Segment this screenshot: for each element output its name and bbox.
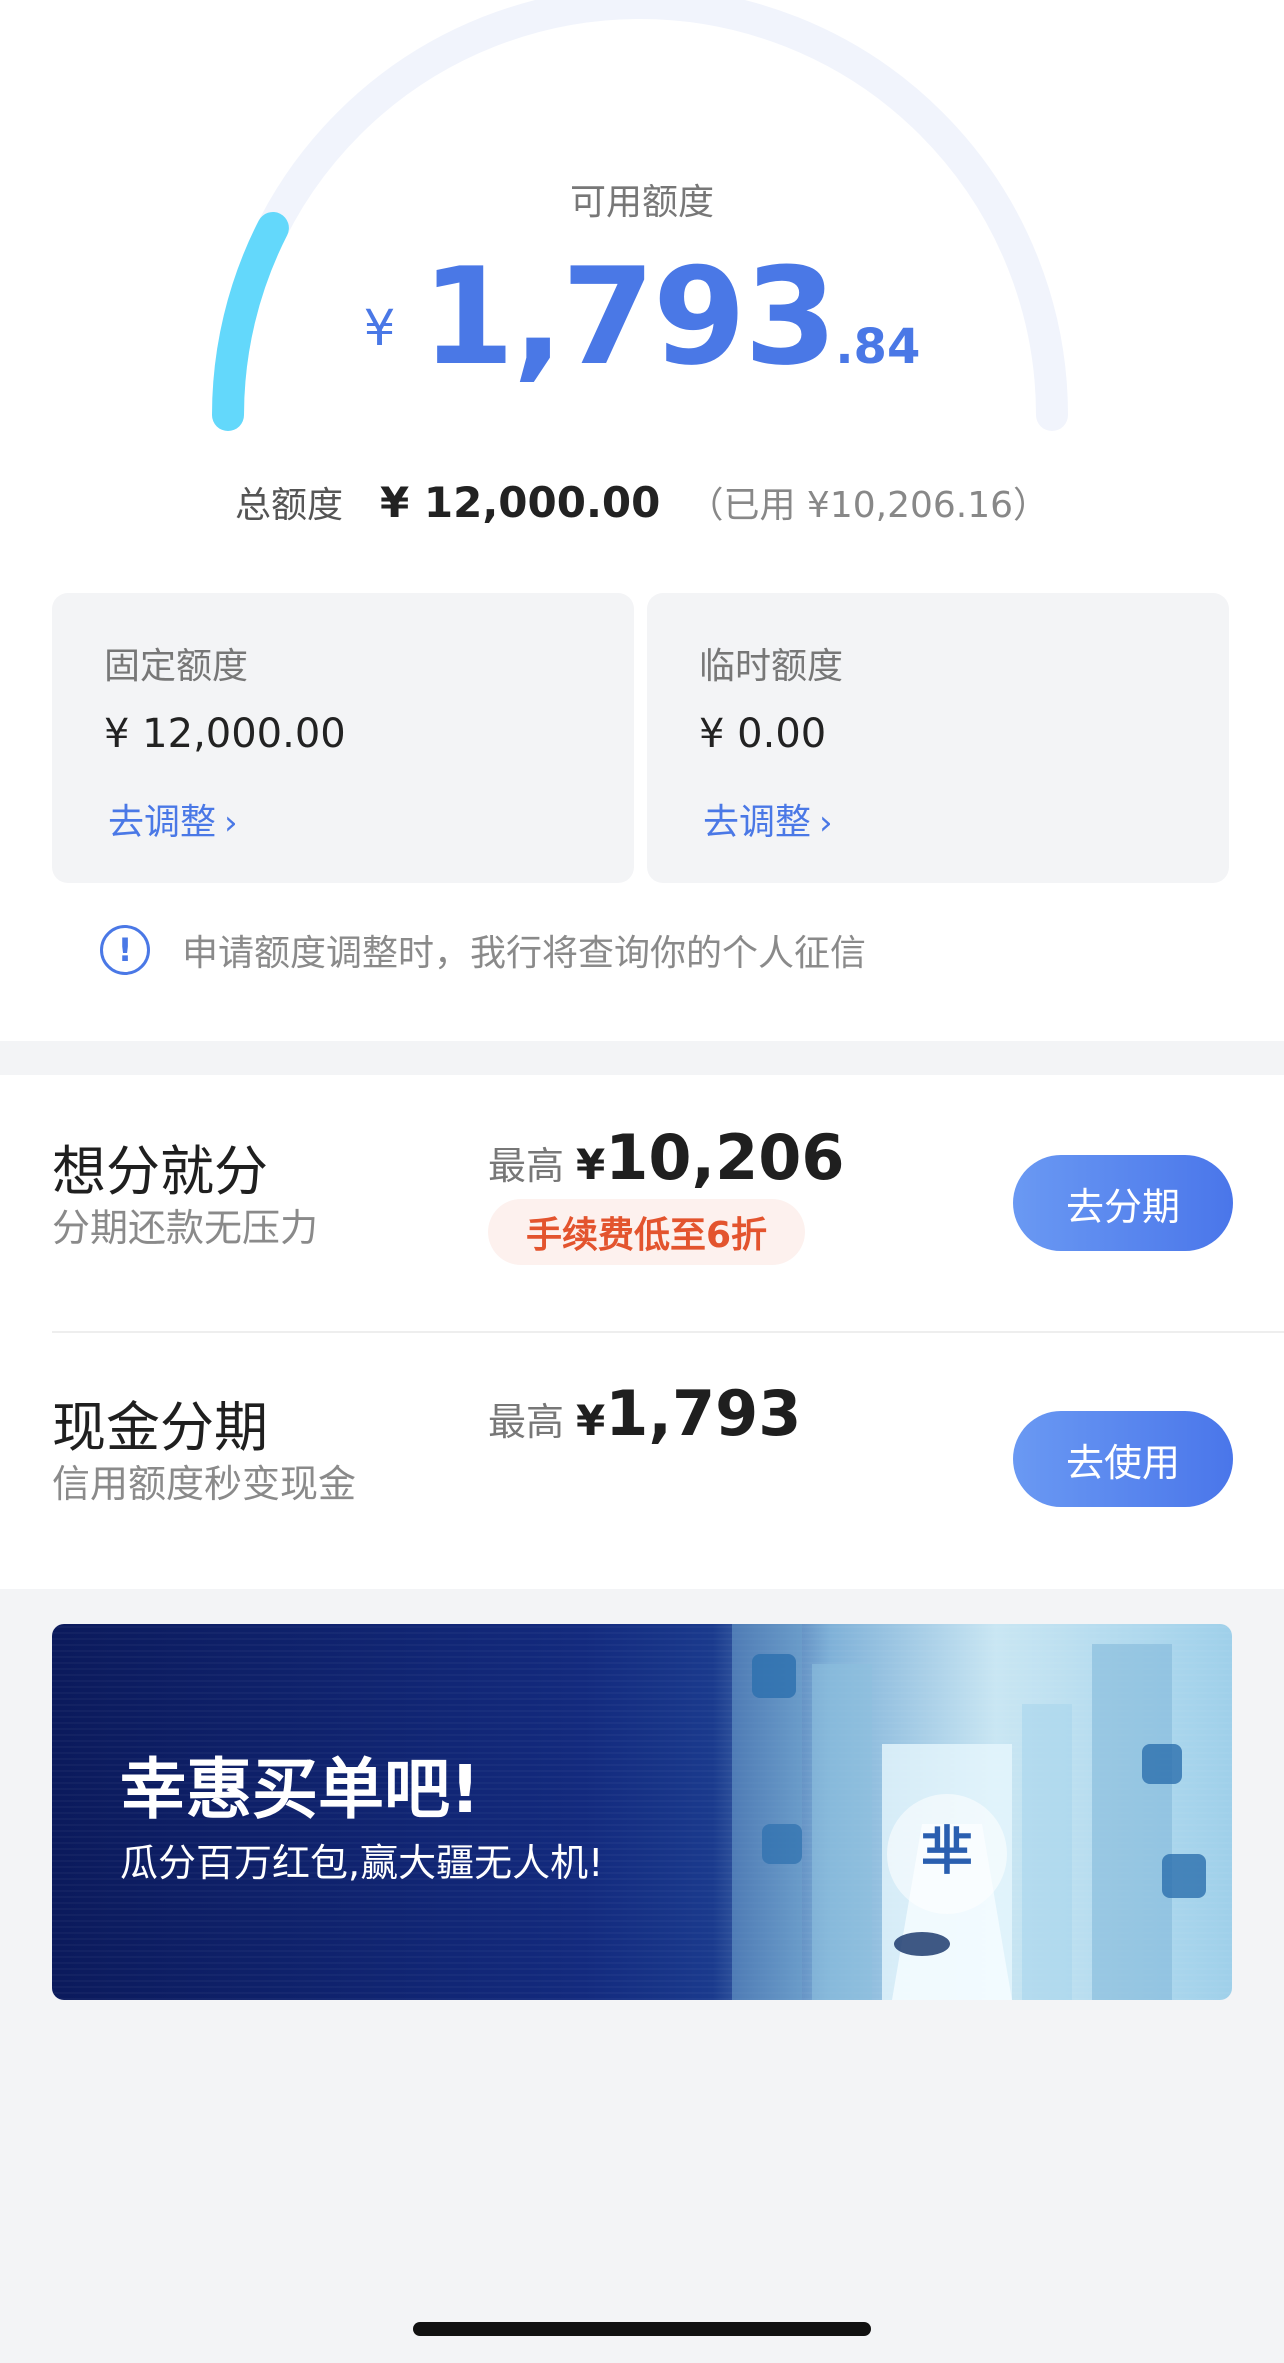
- offer-max-amount: 最高 ¥10,206: [488, 1121, 845, 1194]
- notice-text: 申请额度调整时，我行将查询你的个人征信: [182, 933, 867, 974]
- temp-limit-adjust-label: 去调整: [703, 802, 812, 843]
- fixed-limit-value: ¥ 12,000.00: [104, 711, 346, 757]
- installment-offer-row: 想分就分 分期还款无压力 最高 ¥10,206 手续费低至6折 去分期: [0, 1075, 1284, 1333]
- max-value: 10,206: [605, 1121, 845, 1194]
- city-illustration: 芈: [732, 1624, 1206, 2000]
- total-limit-value: ¥ 12,000.00: [380, 478, 661, 527]
- banner-title: 幸惠买单吧!: [120, 1751, 481, 1828]
- max-currency: ¥: [576, 1396, 606, 1445]
- offer-title: 想分就分: [52, 1140, 268, 1203]
- installment-offers: 想分就分 分期还款无压力 最高 ¥10,206 手续费低至6折 去分期 现金分期 …: [0, 1075, 1284, 1589]
- temp-limit-adjust-link[interactable]: 去调整 ›: [703, 793, 833, 845]
- temp-limit-title: 临时额度: [699, 646, 844, 687]
- available-limit-label: 可用额度: [569, 182, 714, 223]
- credit-check-notice: ! 申请额度调整时，我行将查询你的个人征信: [100, 920, 866, 980]
- available-integer: 1,793: [421, 239, 837, 395]
- available-decimal: .84: [835, 319, 921, 375]
- svg-text:芈: 芈: [921, 1822, 973, 1882]
- cash-installment-row: 现金分期 信用额度秒变现金 最高 ¥1,793 去使用: [0, 1333, 1284, 1589]
- use-cash-button[interactable]: 去使用: [1013, 1411, 1233, 1507]
- available-limit-amount: ¥1,793.84: [0, 250, 1284, 384]
- fee-discount-badge: 手续费低至6折: [488, 1199, 806, 1265]
- available-currency: ¥: [363, 299, 396, 357]
- total-limit-line: 总额度 ¥ 12,000.00 （已用 ¥10,206.16）: [0, 476, 1284, 528]
- fixed-limit-card: 固定额度 ¥ 12,000.00 去调整 ›: [52, 593, 634, 883]
- max-value: 1,793: [605, 1377, 802, 1450]
- chevron-right-icon: ›: [819, 803, 833, 843]
- banner-subtitle: 瓜分百万红包,赢大疆无人机!: [120, 1841, 604, 1885]
- fixed-limit-title: 固定额度: [104, 646, 249, 687]
- fixed-limit-adjust-label: 去调整: [108, 802, 217, 843]
- temp-limit-value: ¥ 0.00: [699, 711, 827, 757]
- offer-max-amount: 最高 ¥1,793: [488, 1377, 801, 1450]
- offer-subtitle: 信用额度秒变现金: [52, 1462, 357, 1506]
- chevron-right-icon: ›: [224, 803, 238, 843]
- promo-banner[interactable]: 芈 幸惠买单吧! 瓜分百万红包,赢大疆无人机!: [52, 1624, 1232, 2000]
- max-currency: ¥: [576, 1140, 606, 1189]
- offer-subtitle: 分期还款无压力: [52, 1206, 319, 1250]
- max-label: 最高: [488, 1400, 565, 1444]
- credit-limit-panel: 可用额度 ¥1,793.84 总额度 ¥ 12,000.00 （已用 ¥10,2…: [0, 0, 1284, 1041]
- home-indicator[interactable]: [413, 2322, 871, 2336]
- info-icon: !: [100, 925, 150, 975]
- temp-limit-card: 临时额度 ¥ 0.00 去调整 ›: [647, 593, 1229, 883]
- total-limit-label: 总额度: [234, 485, 343, 526]
- fixed-limit-adjust-link[interactable]: 去调整 ›: [108, 793, 238, 845]
- max-label: 最高: [488, 1144, 565, 1188]
- credit-gauge: [212, 0, 1068, 431]
- installment-button[interactable]: 去分期: [1013, 1155, 1233, 1251]
- used-amount: （已用 ¥10,206.16）: [687, 485, 1050, 526]
- offer-title: 现金分期: [52, 1396, 268, 1459]
